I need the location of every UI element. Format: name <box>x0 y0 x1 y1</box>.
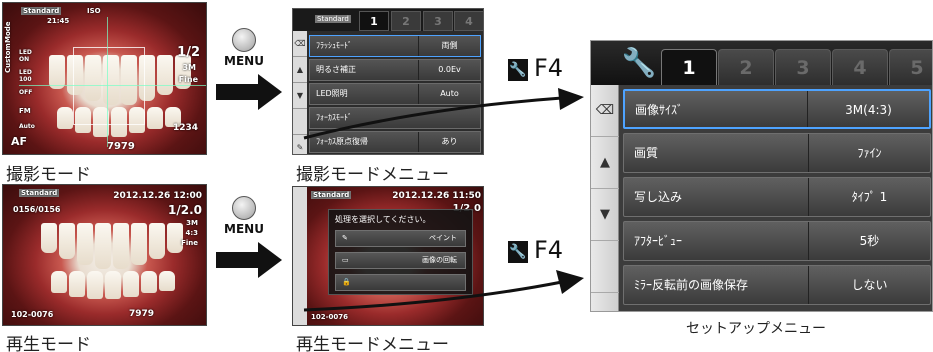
side-button-column: ⌫ ▲ ▼ <box>591 85 619 311</box>
shooting-mode-screen: Standard 21:45 ISO 1/2 3M Fine 1234 AF 7… <box>2 2 207 155</box>
menu-row-mirror-save[interactable]: ﾐﾗｰ反転前の画像保存 しない <box>623 265 931 305</box>
time-readout: 21:45 <box>47 17 70 25</box>
fraction-readout: 1/2.0 <box>168 203 202 217</box>
side-label-off: OFF <box>19 89 33 96</box>
caption-playback-menu: 再生モードメニュー <box>296 335 449 352</box>
mode-badge: Standard <box>315 15 351 23</box>
up-arrow-icon[interactable]: ▲ <box>293 57 307 83</box>
ratio-readout: 4:3 <box>185 229 198 237</box>
arrow-right-icon <box>216 242 282 278</box>
wrench-icon: 🔧 <box>621 46 657 79</box>
curved-arrow-top-icon <box>303 88 584 140</box>
mode-badge: Standard <box>311 191 352 199</box>
paint-option[interactable]: ✎ ペイント <box>335 230 466 247</box>
size-readout: 3M <box>186 219 198 227</box>
quality-readout: Fine <box>181 239 198 247</box>
down-arrow-icon[interactable]: ▼ <box>591 189 619 241</box>
size-readout: 3M <box>182 63 196 72</box>
upper-teeth <box>41 223 183 269</box>
mode-badge: Standard <box>21 7 62 15</box>
tab-4[interactable]: 4 <box>454 11 483 31</box>
playback-mode-screen: Standard 2012.12.26 12:00 0156/0156 1/2.… <box>2 184 207 326</box>
tab-5[interactable]: 5 <box>889 49 932 85</box>
side-label-custom: Custom <box>4 43 12 73</box>
menu-tab-bar: Standard 1 2 3 4 <box>293 9 483 31</box>
af-frame <box>73 47 145 125</box>
back-icon[interactable]: ⌫ <box>591 85 619 137</box>
dialog-title: 処理を選択してください。 <box>335 215 431 224</box>
tab-1[interactable]: 1 <box>359 11 389 31</box>
arrow-right-icon <box>216 74 282 110</box>
menu-button-label: MENU <box>224 222 264 236</box>
menu-button-circle-icon <box>232 28 256 52</box>
shot-count: 1234 <box>172 123 198 133</box>
f4-shortcut-bottom: 🔧 F4 <box>508 236 564 264</box>
up-arrow-icon[interactable]: ▲ <box>591 137 619 189</box>
tab-3[interactable]: 3 <box>423 11 453 31</box>
grid-line-h <box>19 85 206 86</box>
tab-2[interactable]: 2 <box>391 11 421 31</box>
setup-menu-screen: 🔧 1 2 3 4 5 ⌫ ▲ ▼ 画像ｻｲｽﾞ 3M(4:3) 画質 ﾌｧｲﾝ 写… <box>590 40 933 312</box>
menu-button-bottom[interactable]: MENU <box>224 196 264 236</box>
menu-button-circle-icon <box>232 196 256 220</box>
tab-3[interactable]: 3 <box>775 49 831 85</box>
af-label: AF <box>11 135 28 148</box>
side-label-mode: Mode <box>4 21 12 43</box>
side-label-auto: Auto <box>19 123 35 130</box>
side-label-fm: FM <box>19 107 31 115</box>
menu-button-top[interactable]: MENU <box>224 28 264 68</box>
menu-row[interactable]: ﾌﾗｯｼｭﾓｰﾄﾞ 両側 <box>309 35 481 57</box>
caption-setup-menu: セットアップメニュー <box>686 321 826 337</box>
photo-number: 7979 <box>129 309 155 319</box>
af-number: 7979 <box>107 141 135 152</box>
back-icon[interactable]: ⌫ <box>293 31 307 57</box>
caption-shooting-mode: 撮影モード <box>6 165 91 185</box>
menu-row-quality[interactable]: 画質 ﾌｧｲﾝ <box>623 133 931 173</box>
caption-shooting-menu: 撮影モードメニュー <box>296 165 449 185</box>
f4-shortcut-top: 🔧 F4 <box>508 54 564 82</box>
datetime: 2012.12.26 11:50 <box>392 191 481 201</box>
tab-1[interactable]: 1 <box>661 49 717 85</box>
side-label-led-100: LED 100 <box>19 69 32 83</box>
mode-badge: Standard <box>19 189 60 197</box>
menu-row-after-view[interactable]: ｱﾌﾀｰﾋﾞｭｰ 5秒 <box>623 221 931 261</box>
wrench-icon: 🔧 <box>508 241 528 263</box>
menu-row-image-size[interactable]: 画像ｻｲｽﾞ 3M(4:3) <box>623 89 931 129</box>
menu-row[interactable]: 明るさ補正 0.0Ev <box>309 59 481 81</box>
wrench-icon: 🔧 <box>508 59 528 81</box>
setup-tab-bar: 🔧 1 2 3 4 5 <box>591 41 932 85</box>
iso-readout: ISO <box>87 7 101 15</box>
fraction-readout: 1/2 <box>177 45 200 60</box>
pen-icon: ✎ <box>342 234 348 242</box>
file-number: 102-0076 <box>11 310 54 319</box>
caption-playback-mode: 再生モード <box>6 335 91 352</box>
menu-row-imprint[interactable]: 写し込み ﾀｲﾌﾟ 1 <box>623 177 931 217</box>
frame-counter: 0156/0156 <box>13 205 61 214</box>
tab-2[interactable]: 2 <box>718 49 774 85</box>
side-label-led-on: LED ON <box>19 49 32 63</box>
menu-button-label: MENU <box>224 54 264 68</box>
blank-button[interactable] <box>591 241 619 293</box>
grid-line-v <box>107 17 108 147</box>
quality-readout: Fine <box>178 75 198 84</box>
lower-teeth <box>51 271 175 299</box>
curved-arrow-bottom-icon <box>303 270 584 312</box>
tab-4[interactable]: 4 <box>832 49 888 85</box>
datetime: 2012.12.26 12:00 <box>113 191 202 201</box>
